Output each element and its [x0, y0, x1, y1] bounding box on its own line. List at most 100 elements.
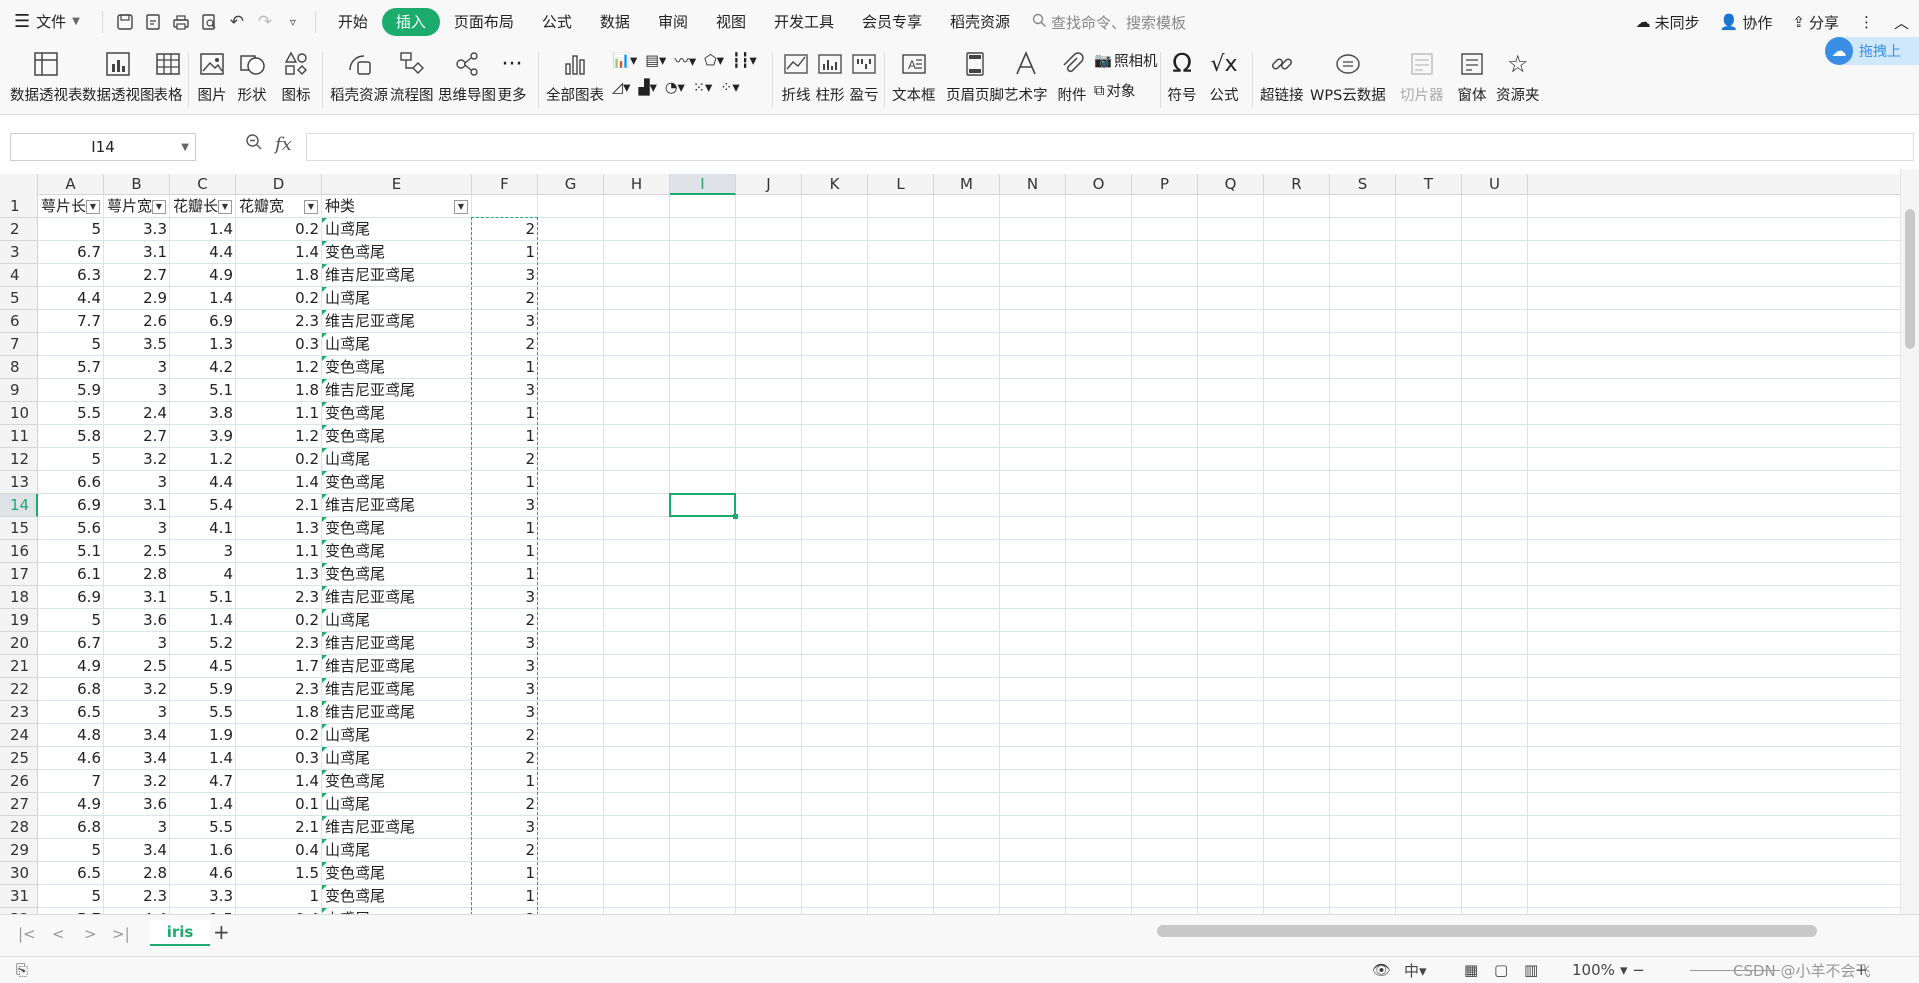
- table-cell[interactable]: 1.3: [236, 517, 322, 540]
- column-header-r[interactable]: R: [1264, 174, 1330, 195]
- bar-chart-h-icon[interactable]: ▤▾: [645, 53, 666, 69]
- formula-input[interactable]: [306, 133, 1914, 161]
- table-cell[interactable]: 6.8: [38, 678, 104, 701]
- row-header[interactable]: 15: [0, 517, 38, 540]
- table-cell[interactable]: 1.3: [170, 333, 236, 356]
- header-cell[interactable]: 萼片长: [38, 195, 86, 218]
- customize-toolbar-icon[interactable]: ▿: [279, 8, 307, 36]
- row-header[interactable]: 10: [0, 402, 38, 425]
- table-cell[interactable]: 维吉尼亚鸢尾: [322, 816, 472, 839]
- row-header[interactable]: 27: [0, 793, 38, 816]
- textbox-button[interactable]: A 文本框: [892, 48, 936, 105]
- row-header[interactable]: 22: [0, 678, 38, 701]
- table-cell[interactable]: 2.5: [104, 540, 170, 563]
- table-cell[interactable]: 6.5: [38, 862, 104, 885]
- row-header[interactable]: 13: [0, 471, 38, 494]
- sheet-tab-iris[interactable]: iris: [150, 920, 210, 946]
- filter-dropdown-icon[interactable]: ▼: [454, 200, 468, 214]
- attachment-button[interactable]: 附件: [1056, 48, 1088, 105]
- table-cell[interactable]: 1.8: [236, 379, 322, 402]
- row-header[interactable]: 5: [0, 287, 38, 310]
- table-cell[interactable]: 3: [104, 356, 170, 379]
- column-header-q[interactable]: Q: [1198, 174, 1264, 195]
- row-header[interactable]: 12: [0, 448, 38, 471]
- table-cell[interactable]: 3.3: [170, 885, 236, 908]
- table-cell[interactable]: 维吉尼亚鸢尾: [322, 586, 472, 609]
- table-cell[interactable]: 变色鸢尾: [322, 402, 472, 425]
- row-header[interactable]: 16: [0, 540, 38, 563]
- table-cell[interactable]: 维吉尼亚鸢尾: [322, 655, 472, 678]
- table-cell[interactable]: 5: [38, 218, 104, 241]
- table-cell[interactable]: 维吉尼亚鸢尾: [322, 494, 472, 517]
- tab-view[interactable]: 视图: [702, 8, 760, 36]
- table-cell[interactable]: 维吉尼亚鸢尾: [322, 379, 472, 402]
- column-header-d[interactable]: D: [236, 174, 322, 195]
- table-cell[interactable]: 2.3: [236, 678, 322, 701]
- pivot-table-button[interactable]: 数据透视表: [10, 48, 83, 105]
- active-cell-selection[interactable]: [669, 493, 738, 519]
- scatter-chart-icon[interactable]: ⁙▾: [693, 80, 712, 96]
- table-cell[interactable]: 0.2: [236, 218, 322, 241]
- table-cell[interactable]: 3.6: [104, 793, 170, 816]
- table-cell[interactable]: 1.4: [170, 747, 236, 770]
- resource-folder-button[interactable]: ☆ 资源夹: [1496, 48, 1540, 105]
- formula-insert-button[interactable]: √x 公式: [1208, 48, 1240, 105]
- flowchart-button[interactable]: 流程图: [390, 48, 434, 105]
- row-header[interactable]: 11: [0, 425, 38, 448]
- table-cell[interactable]: 变色鸢尾: [322, 563, 472, 586]
- table-cell[interactable]: 4.9: [38, 655, 104, 678]
- table-cell[interactable]: 5.2: [170, 632, 236, 655]
- table-cell[interactable]: 5.1: [38, 540, 104, 563]
- table-cell[interactable]: 7: [38, 770, 104, 793]
- table-cell[interactable]: 0.2: [236, 287, 322, 310]
- tab-docer[interactable]: 稻壳资源: [936, 8, 1024, 36]
- table-cell[interactable]: 0.1: [236, 793, 322, 816]
- table-cell[interactable]: 3: [104, 816, 170, 839]
- zoom-formula-icon[interactable]: [245, 133, 263, 156]
- table-cell[interactable]: 维吉尼亚鸢尾: [322, 264, 472, 287]
- column-header-e[interactable]: E: [322, 174, 472, 195]
- row-header[interactable]: 18: [0, 586, 38, 609]
- header-cell[interactable]: 花瓣长: [170, 195, 218, 218]
- table-cell[interactable]: 变色鸢尾: [322, 540, 472, 563]
- horizontal-scroll-thumb[interactable]: [1157, 925, 1817, 937]
- table-cell[interactable]: 变色鸢尾: [322, 862, 472, 885]
- camera-button[interactable]: 📷 照相机: [1094, 50, 1158, 71]
- area-chart-icon[interactable]: ◿▾: [612, 80, 630, 96]
- table-cell[interactable]: 3.2: [104, 448, 170, 471]
- header-cell[interactable]: 花瓣宽: [236, 195, 284, 218]
- hyperlink-button[interactable]: 超链接: [1260, 48, 1304, 105]
- table-cell[interactable]: 3.1: [104, 241, 170, 264]
- table-cell[interactable]: 2.1: [236, 816, 322, 839]
- row-header[interactable]: 31: [0, 885, 38, 908]
- page-break-view-icon[interactable]: ▥: [1524, 961, 1538, 979]
- next-sheet-icon[interactable]: >: [84, 925, 97, 943]
- table-cell[interactable]: 3: [104, 379, 170, 402]
- table-cell[interactable]: 变色鸢尾: [322, 517, 472, 540]
- table-cell[interactable]: 山鸢尾: [322, 609, 472, 632]
- table-cell[interactable]: 变色鸢尾: [322, 425, 472, 448]
- table-cell[interactable]: 5.5: [170, 701, 236, 724]
- table-cell[interactable]: 3.2: [104, 678, 170, 701]
- table-cell[interactable]: 山鸢尾: [322, 218, 472, 241]
- collapse-ribbon-icon[interactable]: ︿: [1884, 12, 1919, 33]
- table-cell[interactable]: 4.6: [170, 862, 236, 885]
- tab-page-layout[interactable]: 页面布局: [440, 8, 528, 36]
- row-header[interactable]: 20: [0, 632, 38, 655]
- table-cell[interactable]: 变色鸢尾: [322, 241, 472, 264]
- table-button[interactable]: 表格: [152, 48, 184, 105]
- table-cell[interactable]: 6.9: [38, 586, 104, 609]
- table-cell[interactable]: 1.4: [236, 241, 322, 264]
- undo-icon[interactable]: ↶: [223, 8, 251, 36]
- row-header[interactable]: 2: [0, 218, 38, 241]
- table-cell[interactable]: 3: [104, 701, 170, 724]
- pie-chart-icon[interactable]: ◔▾: [665, 80, 685, 96]
- sync-button[interactable]: ☁ 未同步: [1626, 12, 1710, 33]
- table-cell[interactable]: 3.4: [104, 747, 170, 770]
- table-cell[interactable]: 0.3: [236, 333, 322, 356]
- table-cell[interactable]: 3.4: [104, 724, 170, 747]
- table-cell[interactable]: 1.3: [236, 563, 322, 586]
- column-header-u[interactable]: U: [1462, 174, 1528, 195]
- table-cell[interactable]: 1.2: [170, 448, 236, 471]
- form-window-button[interactable]: 窗体: [1456, 48, 1488, 105]
